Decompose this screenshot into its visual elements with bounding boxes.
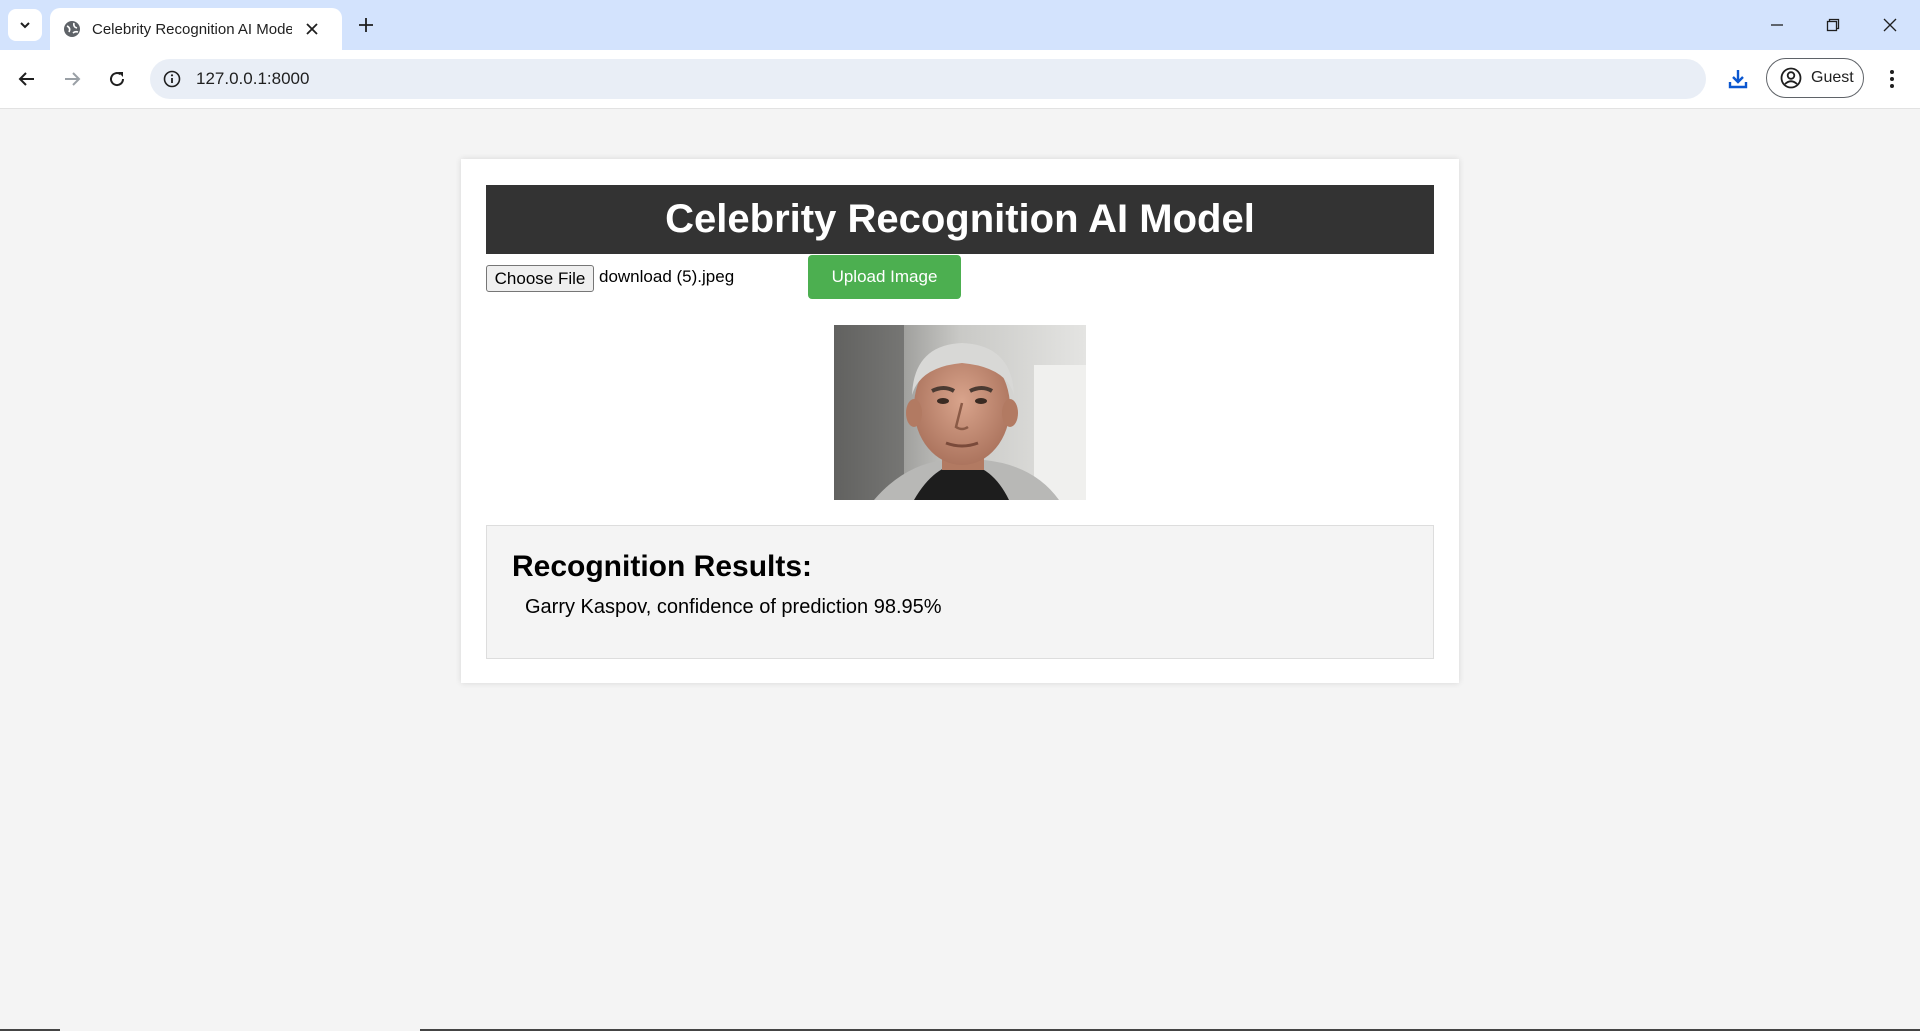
more-vertical-icon[interactable] — [1876, 63, 1908, 95]
window-close-icon[interactable] — [1870, 10, 1910, 40]
download-icon[interactable] — [1722, 62, 1754, 96]
page-header: Celebrity Recognition AI Model — [486, 185, 1434, 254]
close-icon[interactable] — [300, 17, 324, 41]
reload-icon[interactable] — [101, 63, 133, 95]
portrait-photo — [834, 325, 1086, 500]
address-bar[interactable]: 127.0.0.1:8000 — [150, 59, 1706, 99]
restore-icon[interactable] — [1813, 10, 1853, 40]
results-panel: Recognition Results: Garry Kaspov, confi… — [486, 525, 1434, 659]
results-heading: Recognition Results: — [512, 550, 813, 583]
plus-icon[interactable] — [352, 11, 380, 39]
upload-image-button[interactable]: Upload Image — [808, 255, 961, 299]
prediction-result: Garry Kaspov, confidence of prediction 9… — [525, 596, 942, 618]
active-tab[interactable]: Celebrity Recognition AI Model — [50, 8, 342, 50]
chevron-down-icon — [20, 22, 30, 29]
arrow-left-icon[interactable] — [11, 63, 43, 95]
profile-label: Guest — [1811, 69, 1854, 86]
main-card: Celebrity Recognition AI Model Choose Fi… — [461, 159, 1459, 683]
url-text: 127.0.0.1:8000 — [196, 69, 310, 88]
tab-title: Celebrity Recognition AI Model — [92, 20, 292, 38]
choose-file-button[interactable]: Choose File — [486, 265, 594, 292]
page-viewport: Celebrity Recognition AI Model Choose Fi… — [0, 109, 1920, 1031]
page-title: Celebrity Recognition AI Model — [665, 197, 1255, 241]
arrow-right-icon[interactable] — [56, 63, 88, 95]
selected-file-name: download (5).jpeg — [599, 267, 735, 286]
account-icon — [1779, 66, 1803, 90]
browser-toolbar: 127.0.0.1:8000 Guest — [0, 50, 1920, 109]
uploaded-image-preview — [834, 325, 1086, 500]
info-icon[interactable] — [162, 69, 182, 89]
tab-list-button[interactable] — [8, 9, 42, 41]
globe-icon — [62, 19, 82, 39]
tab-strip: Celebrity Recognition AI Model — [0, 0, 1920, 50]
profile-button[interactable]: Guest — [1766, 58, 1864, 98]
minimize-icon[interactable] — [1757, 10, 1797, 40]
